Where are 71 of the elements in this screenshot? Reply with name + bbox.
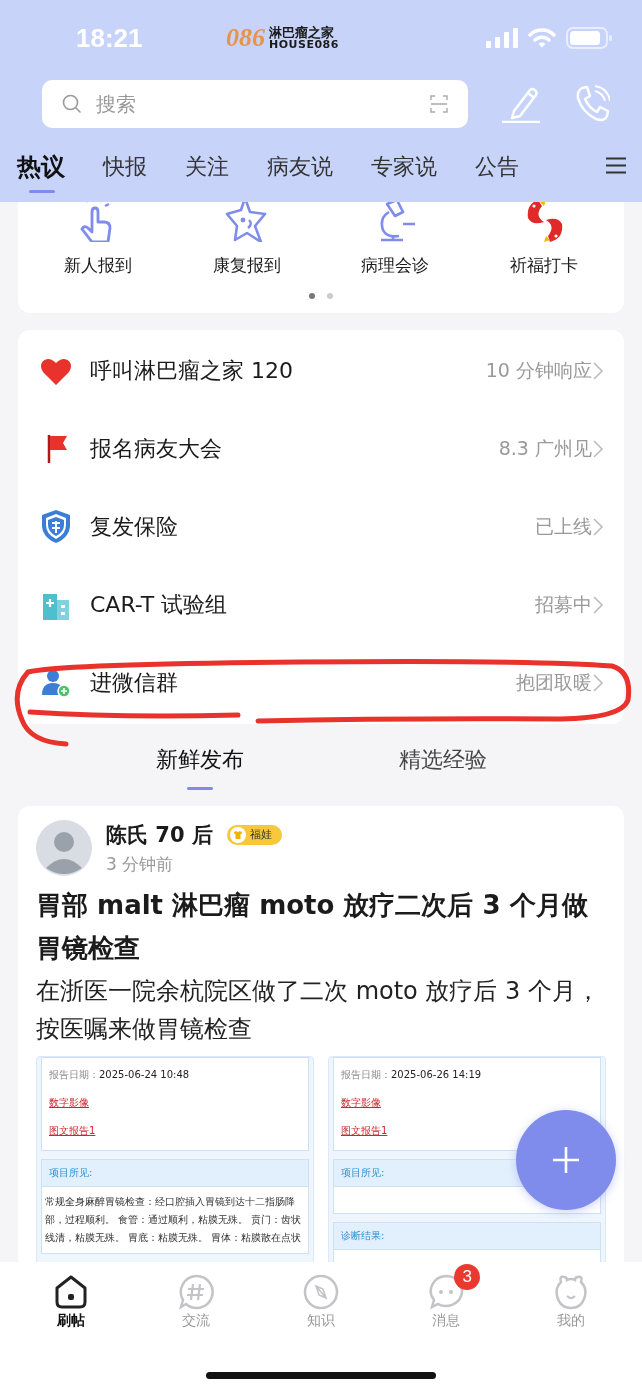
author-name[interactable]: 陈氏 70 后 — [106, 820, 213, 849]
star-icon[interactable] — [224, 202, 269, 242]
status-time: 18:21 — [76, 22, 144, 54]
avatar[interactable] — [36, 820, 92, 876]
heart-icon — [40, 356, 72, 386]
shirt-icon — [229, 826, 246, 843]
shield-icon — [40, 509, 72, 545]
compass-icon — [302, 1274, 339, 1310]
tab[interactable]: 病友说 — [267, 138, 333, 192]
phone-icon[interactable] — [574, 85, 610, 123]
tab[interactable]: 热议 — [17, 137, 65, 193]
signal-icon — [486, 28, 518, 48]
report-link[interactable]: 数字影像 — [341, 1096, 381, 1110]
plus-icon — [551, 1145, 581, 1175]
service-title[interactable]: 报名病友大会 — [90, 434, 499, 464]
shortcut-label[interactable]: 病理会诊 — [361, 254, 430, 277]
report-date: 报告日期：2025-06-26 14:19 — [341, 1068, 483, 1082]
chat-icon — [428, 1274, 465, 1310]
shortcut-label[interactable]: 康复报到 — [212, 254, 281, 277]
chevron-icon[interactable] — [592, 673, 604, 693]
level-badge: 福娃 — [226, 824, 282, 845]
page-dot[interactable] — [327, 293, 333, 299]
tab[interactable]: 关注 — [185, 138, 229, 192]
chevron-icon[interactable] — [592, 595, 604, 615]
menu-icon[interactable] — [606, 156, 626, 174]
tab-bar-item[interactable]: 刷帖 — [30, 1264, 111, 1330]
edit-icon[interactable] — [500, 85, 542, 123]
shortcut-label[interactable]: 祈福打卡 — [509, 254, 578, 277]
feed-tab[interactable]: 精选经验 — [394, 742, 491, 790]
report-link[interactable]: 图文报告1 — [341, 1124, 388, 1138]
service-status: 10 分钟响应 — [485, 358, 592, 383]
service-title[interactable]: 复发保险 — [90, 512, 535, 542]
service-status: 8.3 广州见 — [498, 436, 592, 461]
chevron-icon[interactable] — [592, 517, 604, 537]
report-link[interactable]: 数字影像 — [49, 1096, 89, 1110]
service-status: 已上线 — [535, 514, 592, 539]
report-link[interactable]: 图文报告1 — [49, 1124, 96, 1138]
service-title[interactable]: 进微信群 — [90, 668, 516, 698]
smiley-icon — [553, 1274, 590, 1310]
tab[interactable]: 快报 — [103, 138, 147, 192]
section-text: 常规全身麻醉胃镜检查：经口腔插入胃镜到达十二指肠降部，过程顺利。 食管：通过顺利，粘膜无殊。 贲门：齿状线清，粘膜无殊。 胃底：粘膜无殊。 胃体：粘膜散在点状 — [44, 1195, 303, 1245]
logo-mark: 086 — [226, 23, 265, 53]
service-title[interactable]: CAR-T 试验组 — [90, 590, 535, 620]
service-status: 招募中 — [535, 592, 592, 617]
search-bar[interactable]: 搜索 — [42, 80, 468, 128]
feed-tab[interactable]: 新鲜发布 — [151, 742, 248, 790]
chevron-icon[interactable] — [592, 439, 604, 459]
tab[interactable]: 公告 — [475, 138, 519, 192]
tab[interactable]: 专家说 — [371, 138, 437, 192]
logo-subtitle: HOUSE086 — [269, 39, 339, 50]
hashtag-chat-icon — [177, 1274, 214, 1310]
post-time: 3 分钟前 — [106, 852, 175, 876]
scan-icon[interactable] — [430, 95, 448, 113]
wifi-icon — [528, 28, 556, 48]
unread-badge: 3 — [454, 1264, 481, 1290]
section-heading: 项目所见: — [42, 1160, 308, 1187]
battery-icon — [566, 27, 612, 49]
chevron-icon[interactable] — [592, 361, 604, 381]
post-title[interactable]: 胃部 malt 淋巴瘤 moto 放疗二次后 3 个月做胃镜检查 — [36, 884, 606, 970]
page-dot[interactable] — [309, 293, 315, 299]
report-screenshot[interactable]: 报告日期：2025-06-24 10:48 数字影像 图文报告1 项目所见: 常规全身麻醉胃镜检查：经口腔插入胃镜到达十二指肠降部，过程顺利。 食管：通过顺利，粘膜无殊。 贲门：齿状线清，粘膜无殊。 胃底：粘膜无殊。 胃体：粘膜散在点状 — [36, 1056, 314, 1262]
section-heading: 诊断结果: — [334, 1223, 600, 1250]
shortcut-label[interactable]: 新人报到 — [64, 254, 133, 277]
service-title[interactable]: 呼叫淋巴瘤之家 120 — [90, 356, 486, 386]
service-status: 抱团取暖 — [516, 670, 592, 695]
report-date: 报告日期：2025-06-24 10:48 — [49, 1068, 191, 1082]
search-field[interactable]: 搜索 — [94, 91, 418, 117]
logo-name: 淋巴瘤之家 — [269, 26, 335, 39]
search-icon — [62, 94, 82, 114]
post-text[interactable]: 在浙医一院余杭院区做了二次 moto 放疗后 3 个月，按医嘱来做胃镜检查 — [36, 972, 606, 1048]
tab-bar-item[interactable]: 消息 3 — [406, 1264, 487, 1330]
